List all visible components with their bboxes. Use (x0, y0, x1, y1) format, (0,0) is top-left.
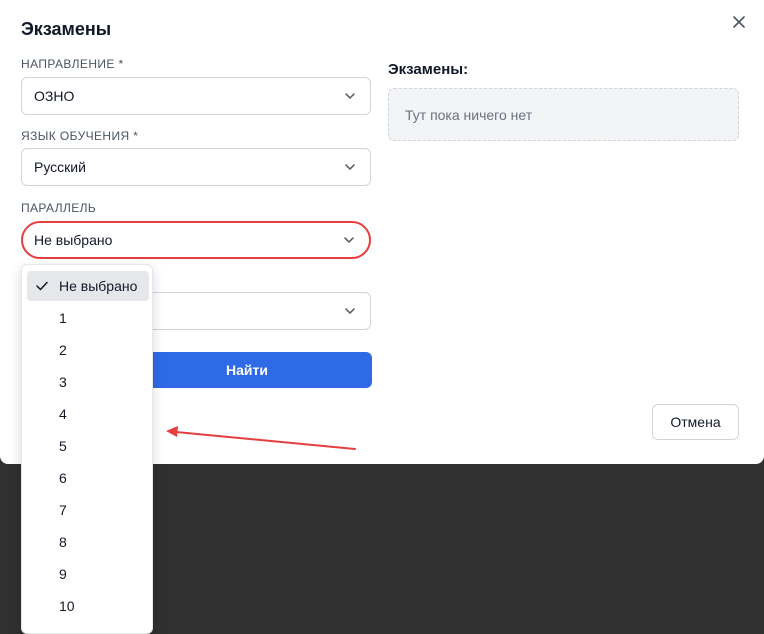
dropdown-item[interactable]: 6 (27, 463, 149, 493)
chevron-down-icon (345, 93, 355, 99)
language-select[interactable]: Русский (21, 148, 371, 186)
parallel-label: ПАРАЛЛЕЛЬ (21, 201, 97, 215)
search-button[interactable]: Найти (150, 352, 372, 388)
dropdown-item-label: 8 (59, 534, 67, 550)
dropdown-item-label: 3 (59, 374, 67, 390)
dropdown-item[interactable]: 4 (27, 399, 149, 429)
parallel-value: Не выбрано (34, 232, 113, 248)
dropdown-item-label: 4 (59, 406, 67, 422)
dropdown-item[interactable]: 8 (27, 527, 149, 557)
direction-select[interactable]: ОЗНО (21, 77, 371, 115)
dropdown-item-label: 7 (59, 502, 67, 518)
check-icon (36, 281, 48, 291)
dropdown-item-label: 9 (59, 566, 67, 582)
chevron-down-icon (344, 237, 354, 243)
parallel-dropdown: Не выбрано 1 2 3 4 5 6 7 8 9 10 (21, 264, 153, 634)
dropdown-item-label: 10 (59, 598, 75, 614)
direction-label: НАПРАВЛЕНИЕ * (21, 57, 124, 71)
dropdown-item[interactable]: 1 (27, 303, 149, 333)
exams-title: Экзамены: (388, 61, 469, 78)
dropdown-item-label: 6 (59, 470, 67, 486)
dropdown-item-label: Не выбрано (59, 278, 138, 294)
language-value: Русский (34, 159, 86, 175)
exams-empty-state: Тут пока ничего нет (388, 88, 739, 141)
search-button-label: Найти (226, 362, 268, 378)
close-button[interactable] (729, 12, 749, 32)
dropdown-item-label: 2 (59, 342, 67, 358)
dropdown-item-label: 1 (59, 310, 67, 326)
dropdown-item[interactable]: 7 (27, 495, 149, 525)
dropdown-item[interactable]: 10 (27, 591, 149, 621)
chevron-down-icon (345, 308, 355, 314)
dropdown-item[interactable]: Не выбрано (27, 271, 149, 301)
close-icon (733, 16, 745, 28)
dropdown-item[interactable]: 3 (27, 367, 149, 397)
language-label: ЯЗЫК ОБУЧЕНИЯ * (21, 129, 139, 143)
dropdown-item[interactable]: 9 (27, 559, 149, 589)
direction-value: ОЗНО (34, 88, 75, 104)
dropdown-item-label: 5 (59, 438, 67, 454)
cancel-button[interactable]: Отмена (652, 404, 739, 440)
chevron-down-icon (345, 164, 355, 170)
dropdown-item[interactable]: 5 (27, 431, 149, 461)
modal-title: Экзамены (21, 19, 112, 39)
dropdown-item[interactable]: 2 (27, 335, 149, 365)
parallel-select[interactable]: Не выбрано (21, 221, 371, 259)
